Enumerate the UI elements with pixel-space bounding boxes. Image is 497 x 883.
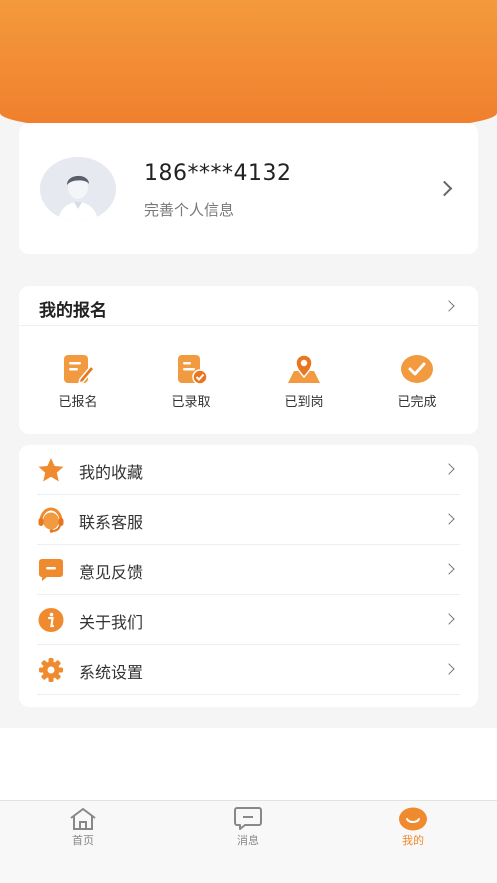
tab-label: 首页 [72, 834, 94, 847]
bottom-tab-bar: 首页 消息 我的 [0, 800, 497, 883]
menu-item-label: 联系客服 [79, 513, 144, 532]
profile-phone: 186****4132 [144, 161, 292, 186]
status-signed-up[interactable]: 已报名 [33, 353, 123, 410]
chevron-right-icon [443, 663, 455, 675]
home-icon [70, 808, 96, 830]
status-label: 已报名 [58, 395, 98, 410]
tab-messages[interactable]: 消息 [213, 807, 283, 848]
profile-subtitle[interactable]: 完善个人信息 [144, 199, 234, 220]
menu-item-label: 我的收藏 [79, 463, 144, 482]
star-icon [38, 458, 64, 482]
menu-item-label: 关于我们 [79, 613, 144, 632]
status-label: 已完成 [397, 395, 437, 410]
chat-icon [234, 807, 262, 830]
my-signup-card: 我的报名 已报名 已录取 已到岗 已完成 [19, 286, 478, 434]
check-circle-icon [401, 355, 433, 383]
divider [19, 325, 478, 326]
signup-title[interactable]: 我的报名 [39, 296, 107, 321]
tab-label: 我的 [402, 834, 424, 847]
smile-icon [399, 807, 427, 831]
menu-card: 我的收藏 联系客服 意见反馈 关于我们 系统设置 [19, 445, 478, 707]
menu-item-settings[interactable]: 系统设置 [19, 645, 478, 695]
chevron-right-icon[interactable] [443, 300, 455, 312]
divider [37, 694, 460, 695]
status-label: 已到岗 [284, 395, 324, 410]
headset-icon [38, 507, 64, 533]
location-pin-icon [288, 354, 320, 383]
menu-item-about-us[interactable]: 关于我们 [19, 595, 478, 645]
menu-item-label: 系统设置 [79, 663, 144, 682]
chevron-right-icon [443, 513, 455, 525]
info-icon [38, 608, 64, 632]
status-admitted[interactable]: 已录取 [146, 353, 236, 410]
tab-mine[interactable]: 我的 [378, 807, 448, 848]
status-onboarded[interactable]: 已到岗 [259, 353, 349, 410]
document-check-icon [178, 355, 208, 385]
chevron-right-icon [443, 613, 455, 625]
menu-item-feedback[interactable]: 意见反馈 [19, 545, 478, 595]
menu-item-favorites[interactable]: 我的收藏 [19, 445, 478, 495]
profile-card[interactable]: 186****4132 完善个人信息 [19, 123, 478, 254]
gear-icon [39, 658, 63, 682]
chevron-right-icon [443, 463, 455, 475]
status-completed[interactable]: 已完成 [372, 353, 462, 410]
tab-home[interactable]: 首页 [48, 807, 118, 848]
message-icon [39, 559, 63, 581]
header-background [0, 0, 497, 135]
chevron-right-icon [443, 563, 455, 575]
tab-label: 消息 [237, 834, 259, 847]
status-label: 已录取 [171, 395, 211, 410]
edit-form-icon [64, 355, 96, 385]
menu-item-label: 意见反馈 [79, 563, 144, 582]
menu-item-customer-service[interactable]: 联系客服 [19, 495, 478, 545]
chevron-right-icon[interactable] [436, 180, 453, 197]
avatar[interactable] [40, 157, 116, 221]
